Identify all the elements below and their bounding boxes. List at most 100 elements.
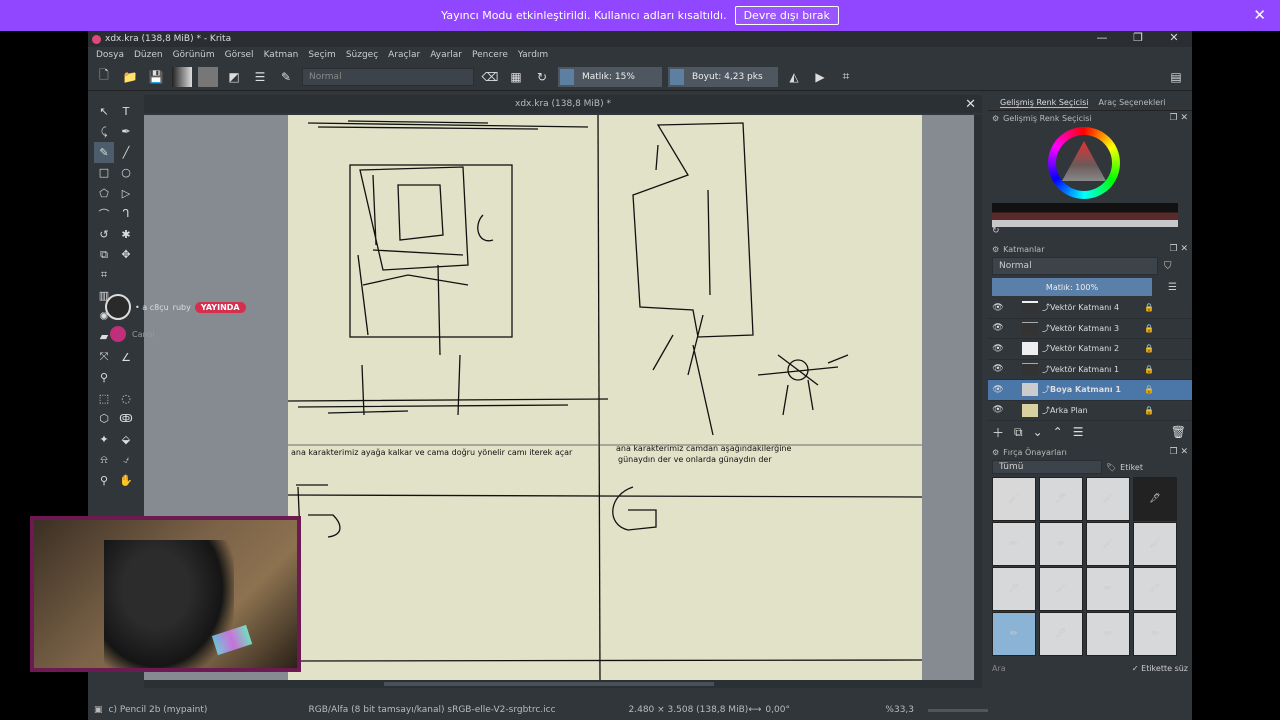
layer-blend-select[interactable]: Normal [992, 257, 1158, 275]
brush-preset[interactable]: 🖊 [992, 567, 1036, 611]
layer-row[interactable]: 👁 ⤴ Vektör Katmanı 1 🔒 [988, 360, 1192, 380]
brush-preset[interactable]: 🖌 [1039, 567, 1083, 611]
rotation-icon[interactable]: ⟷ [749, 705, 762, 715]
brush-preset[interactable]: ✏ [1039, 522, 1083, 566]
brush-preset[interactable]: ✏ [1086, 612, 1130, 656]
mirror-horizontal-icon[interactable]: ◭ [784, 67, 804, 87]
pattern-swatch[interactable] [198, 66, 218, 87]
canvas-tab[interactable]: xdx.kra (138,8 MiB) * ✕ [144, 95, 982, 113]
dynamic-brush-icon[interactable]: ↺ [94, 224, 114, 245]
visibility-eye-icon[interactable]: 👁 [988, 405, 1008, 415]
magnetic-select-icon[interactable]: ⍻ [116, 450, 136, 471]
visibility-eye-icon[interactable]: 👁 [988, 323, 1008, 333]
brush-preset[interactable]: 🖌 [992, 477, 1036, 521]
line-tool-icon[interactable]: ╱ [116, 142, 136, 163]
filter-icon[interactable]: ⛉ [1164, 261, 1172, 272]
brush-preset[interactable]: 🖊 [1039, 477, 1083, 521]
freehand-brush-icon[interactable]: ✎ [94, 142, 114, 163]
lock-icon[interactable]: 🔒 [1144, 303, 1154, 312]
vertical-scrollbar[interactable] [974, 115, 982, 680]
menu-help[interactable]: Yardım [518, 50, 548, 60]
lock-icon[interactable]: 🔒 [1144, 365, 1154, 374]
measure-tool-icon[interactable]: ∠ [116, 347, 136, 368]
lock-icon[interactable]: 🔒 [1144, 406, 1154, 415]
brush-preset[interactable]: 🖌 [1086, 522, 1130, 566]
brush-filter-select[interactable]: Tümü [992, 460, 1102, 474]
workspace-icon[interactable]: ▤ [1166, 67, 1186, 87]
reference-tool-icon[interactable]: ⚲ [94, 368, 114, 389]
similar-select-icon[interactable]: ⬙ [116, 429, 136, 450]
freehand-select-icon[interactable]: ↂ [116, 409, 136, 430]
visibility-eye-icon[interactable]: 👁 [988, 303, 1008, 313]
move-up-icon[interactable]: ⌃ [1053, 425, 1063, 439]
brush-preset[interactable]: 🖊 [1039, 612, 1083, 656]
crop-icon[interactable]: ⌗ [836, 67, 856, 87]
contiguous-select-icon[interactable]: ✦ [94, 429, 114, 450]
calligraphy-icon[interactable]: ✒ [116, 122, 136, 143]
color-wheel-area[interactable] [988, 125, 1192, 227]
select-shape-icon[interactable]: ↖ [94, 101, 114, 122]
add-layer-icon[interactable]: ＋ [992, 424, 1004, 441]
brush-preset[interactable]: 🖌 [1086, 477, 1130, 521]
pan-tool-icon[interactable]: ✋ [116, 470, 136, 491]
menu-window[interactable]: Pencere [472, 50, 508, 60]
menu-select[interactable]: Seçim [308, 50, 335, 60]
menu-tools[interactable]: Araçlar [388, 50, 420, 60]
menu-filter[interactable]: Süzgeç [346, 50, 378, 60]
visibility-eye-icon[interactable]: 👁 [988, 385, 1008, 395]
assistant-tool-icon[interactable]: ⤧ [94, 347, 114, 368]
lock-icon[interactable]: 🔒 [1144, 385, 1154, 394]
zoom-slider[interactable] [928, 708, 989, 712]
open-folder-icon[interactable]: 📁 [120, 67, 140, 87]
multibrush-icon[interactable]: ✱ [116, 224, 136, 245]
disable-button[interactable]: Devre dışı bırak [734, 6, 839, 25]
color-swap-icon[interactable]: ◩ [224, 67, 244, 87]
panel-float-close-icon[interactable]: ❐ ✕ [1170, 113, 1188, 123]
brush-preset[interactable]: 🖋 [1133, 477, 1177, 521]
brush-preset[interactable]: 🖍 [1133, 567, 1177, 611]
move-down-icon[interactable]: ⌄ [1033, 425, 1043, 439]
tab-tool-options[interactable]: Araç Seçenekleri [1098, 98, 1165, 107]
transform-tool-icon[interactable]: ⧉ [94, 245, 114, 266]
save-icon[interactable]: 💾 [146, 67, 166, 87]
layer-opacity-slider[interactable]: Matlık: 100% [992, 278, 1152, 296]
brush-search-input[interactable]: Ara [992, 664, 1006, 673]
layer-row[interactable]: 👁 ⤴ Vektör Katmanı 2 🔒 [988, 339, 1192, 360]
settings-icon[interactable]: ⚙ [992, 114, 999, 123]
layer-row[interactable]: 👁 ⤴ Arka Plan 🔒 [988, 401, 1192, 421]
close-icon[interactable]: ✕ [1253, 6, 1266, 24]
tag-label[interactable]: Etiket [1120, 463, 1143, 472]
tab-color-selector[interactable]: Gelişmiş Renk Seçicisi [1000, 98, 1089, 108]
lock-icon[interactable]: 🔒 [1144, 324, 1154, 333]
layer-row-selected[interactable]: 👁 ⤴ Boya Katmanı 1 🔒 [988, 380, 1192, 401]
text-tool-icon[interactable]: T [116, 101, 136, 122]
layer-menu-icon[interactable]: ☰ [1168, 282, 1177, 293]
zoom-tool-icon[interactable]: ⚲ [94, 470, 114, 491]
ellipse-select-icon[interactable]: ◌ [116, 388, 136, 409]
move-tool-icon[interactable]: ✥ [116, 245, 136, 266]
polygon-select-icon[interactable]: ⬡ [94, 409, 114, 430]
brush-settings-icon[interactable]: ⚙ [992, 448, 999, 457]
menu-layer[interactable]: Katman [264, 50, 299, 60]
freehand-path-icon[interactable]: ᒉ [116, 204, 136, 225]
ellipse-tool-icon[interactable]: ○ [116, 163, 136, 184]
tag-icon[interactable]: 🏷 [1106, 463, 1116, 472]
opacity-slider[interactable]: Matlık: 15% [558, 66, 662, 87]
brush-preset-selected[interactable]: ✏ [992, 612, 1036, 656]
maximize-icon[interactable]: ❐ [1120, 31, 1156, 44]
brush-preset[interactable]: ✏ [1133, 612, 1177, 656]
close-canvas-icon[interactable]: ✕ [965, 97, 976, 112]
menu-image[interactable]: Görsel [225, 50, 254, 60]
brush-presets-icon[interactable]: ✎ [276, 67, 296, 87]
edit-shape-icon[interactable]: ⤹ [94, 122, 114, 143]
delete-layer-icon[interactable]: 🗑 [1171, 425, 1186, 439]
crop-tool-icon[interactable]: ⌗ [94, 265, 114, 286]
brush-preset[interactable]: ✏ [1086, 567, 1130, 611]
layer-row[interactable]: 👁 ⤴ Vektör Katmanı 3 🔒 [988, 319, 1192, 339]
rect-select-icon[interactable]: ⬚ [94, 388, 114, 409]
filter-in-tag-checkbox[interactable]: ✓ Etikette süz [1132, 664, 1188, 673]
reload-icon[interactable]: ↻ [532, 67, 552, 87]
brush-preset[interactable]: ✏ [992, 522, 1036, 566]
polyline-tool-icon[interactable]: ▷ [116, 183, 136, 204]
layer-row[interactable]: 👁 ⤴ Vektör Katmanı 4 🔒 [988, 298, 1192, 319]
